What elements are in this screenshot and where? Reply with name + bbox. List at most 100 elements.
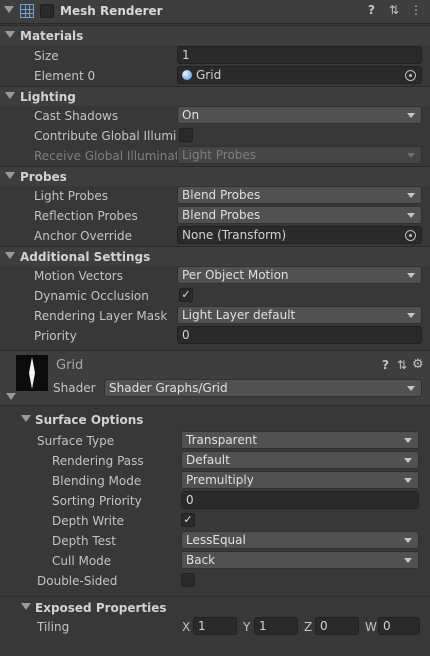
help-icon[interactable]: ? <box>382 358 389 372</box>
shader-dropdown[interactable]: Shader Graphs/Grid <box>104 379 422 397</box>
rendering-pass-dropdown[interactable]: Default <box>181 451 419 469</box>
dynamic-occlusion-checkbox[interactable]: ✓ <box>179 288 193 302</box>
cast-shadows-dropdown[interactable]: On <box>177 106 422 124</box>
foldout-arrow-icon <box>21 603 31 610</box>
context-menu-icon[interactable]: ⋮ <box>410 3 422 17</box>
rendering-pass-label: Rendering Pass <box>52 454 144 468</box>
foldout-title: Surface Options <box>35 413 144 427</box>
anchor-override-field[interactable]: None (Transform) <box>177 226 422 244</box>
surface-type-value: Transparent <box>186 433 258 447</box>
material-foldout-arrow-icon[interactable] <box>6 393 16 400</box>
double-sided-label: Double-Sided <box>37 574 118 588</box>
dropdown-arrow-icon <box>407 273 415 278</box>
depth-test-dropdown[interactable]: LessEqual <box>181 531 419 549</box>
motion-vectors-dropdown[interactable]: Per Object Motion <box>177 266 422 284</box>
tiling-w-field[interactable]: 0 <box>378 617 420 635</box>
gear-icon[interactable]: ⚙ <box>412 357 424 372</box>
receive-gi-label: Receive Global Illuminatio <box>34 149 177 163</box>
tiling-x-field[interactable]: 1 <box>193 617 237 635</box>
mesh-renderer-icon <box>20 4 34 18</box>
object-picker-icon[interactable] <box>405 70 416 81</box>
additional-settings-foldout[interactable]: Additional Settings <box>0 246 430 266</box>
priority-label: Priority <box>34 329 77 343</box>
tiling-w-label: W <box>365 620 377 634</box>
dropdown-arrow-icon <box>404 438 412 443</box>
depth-test-label: Depth Test <box>52 534 116 548</box>
receive-gi-value: Light Probes <box>182 148 257 162</box>
surface-type-dropdown[interactable]: Transparent <box>181 431 419 449</box>
depth-write-label: Depth Write <box>52 514 125 528</box>
tiling-y-label: Y <box>243 620 251 634</box>
materials-foldout[interactable]: Materials <box>0 25 430 45</box>
element0-value: Grid <box>196 68 222 82</box>
shader-label: Shader <box>53 381 96 395</box>
exposed-properties-foldout[interactable]: Exposed Properties <box>0 596 430 616</box>
foldout-title: Exposed Properties <box>35 601 167 615</box>
tiling-label: Tiling <box>37 620 70 634</box>
blending-mode-value: Premultiply <box>186 473 254 487</box>
dropdown-arrow-icon <box>407 193 415 198</box>
foldout-arrow-icon[interactable] <box>4 6 14 13</box>
tiling-x-label: X <box>182 620 191 634</box>
lighting-foldout[interactable]: Lighting <box>0 86 430 106</box>
foldout-title: Probes <box>20 170 67 184</box>
light-probes-value: Blend Probes <box>182 188 261 202</box>
anchor-override-value: None (Transform) <box>182 228 287 242</box>
tiling-z-field[interactable]: 0 <box>315 617 359 635</box>
probes-foldout[interactable]: Probes <box>0 166 430 186</box>
foldout-arrow-icon <box>5 31 15 38</box>
component-header: Mesh Renderer ? ⇅ ⋮ <box>0 0 430 24</box>
double-sided-checkbox[interactable] <box>181 573 195 587</box>
foldout-arrow-icon <box>5 172 15 179</box>
rendering-layer-value: Light Layer default <box>182 308 296 322</box>
shader-value: Shader Graphs/Grid <box>109 381 228 395</box>
receive-gi-dropdown: Light Probes <box>177 146 422 164</box>
element0-label: Element 0 <box>34 69 96 83</box>
blending-mode-dropdown[interactable]: Premultiply <box>181 471 419 489</box>
rendering-layer-dropdown[interactable]: Light Layer default <box>177 306 422 324</box>
sorting-priority-field[interactable]: 0 <box>181 491 419 509</box>
material-preview-thumbnail <box>16 355 48 391</box>
dropdown-arrow-icon <box>407 386 415 391</box>
dropdown-arrow-icon <box>407 313 415 318</box>
surface-options-foldout[interactable]: Surface Options <box>0 410 430 430</box>
object-picker-icon[interactable] <box>405 230 416 241</box>
foldout-arrow-icon <box>5 92 15 99</box>
depth-test-value: LessEqual <box>186 533 246 547</box>
dynamic-occlusion-label: Dynamic Occlusion <box>34 289 149 303</box>
material-name: Grid <box>56 358 84 373</box>
help-icon[interactable]: ? <box>368 3 375 17</box>
priority-field[interactable]: 0 <box>177 326 422 344</box>
presets-icon[interactable]: ⇅ <box>389 3 399 17</box>
component-title: Mesh Renderer <box>60 4 163 18</box>
foldout-title: Materials <box>20 29 84 43</box>
light-probes-dropdown[interactable]: Blend Probes <box>177 186 422 204</box>
surface-type-label: Surface Type <box>37 434 115 448</box>
cull-mode-dropdown[interactable]: Back <box>181 551 419 569</box>
material-sphere-icon <box>182 70 192 80</box>
foldout-title: Additional Settings <box>20 250 151 264</box>
rendering-layer-label: Rendering Layer Mask <box>34 309 168 323</box>
presets-icon[interactable]: ⇅ <box>397 358 407 372</box>
anchor-override-label: Anchor Override <box>34 229 133 243</box>
material-header: Grid Shader Shader Graphs/Grid ? ⇅ ⚙ <box>0 350 430 406</box>
dropdown-arrow-icon <box>407 153 415 158</box>
dropdown-arrow-icon <box>404 478 412 483</box>
enabled-toggle[interactable] <box>40 4 54 18</box>
size-label: Size <box>34 49 59 63</box>
element0-field[interactable]: Grid <box>177 66 422 84</box>
reflection-probes-dropdown[interactable]: Blend Probes <box>177 206 422 224</box>
cast-shadows-label: Cast Shadows <box>34 109 119 123</box>
size-field[interactable]: 1 <box>177 46 422 64</box>
contribute-gi-label: Contribute Global Illumina <box>34 129 177 143</box>
depth-write-checkbox[interactable]: ✓ <box>181 513 195 527</box>
tiling-z-label: Z <box>304 620 313 634</box>
motion-vectors-value: Per Object Motion <box>182 268 289 282</box>
cull-mode-value: Back <box>186 553 216 567</box>
dropdown-arrow-icon <box>407 113 415 118</box>
light-probes-label: Light Probes <box>34 189 109 203</box>
contribute-gi-checkbox[interactable] <box>179 128 193 142</box>
tiling-y-field[interactable]: 1 <box>254 617 298 635</box>
reflection-probes-label: Reflection Probes <box>34 209 138 223</box>
blending-mode-label: Blending Mode <box>52 474 142 488</box>
